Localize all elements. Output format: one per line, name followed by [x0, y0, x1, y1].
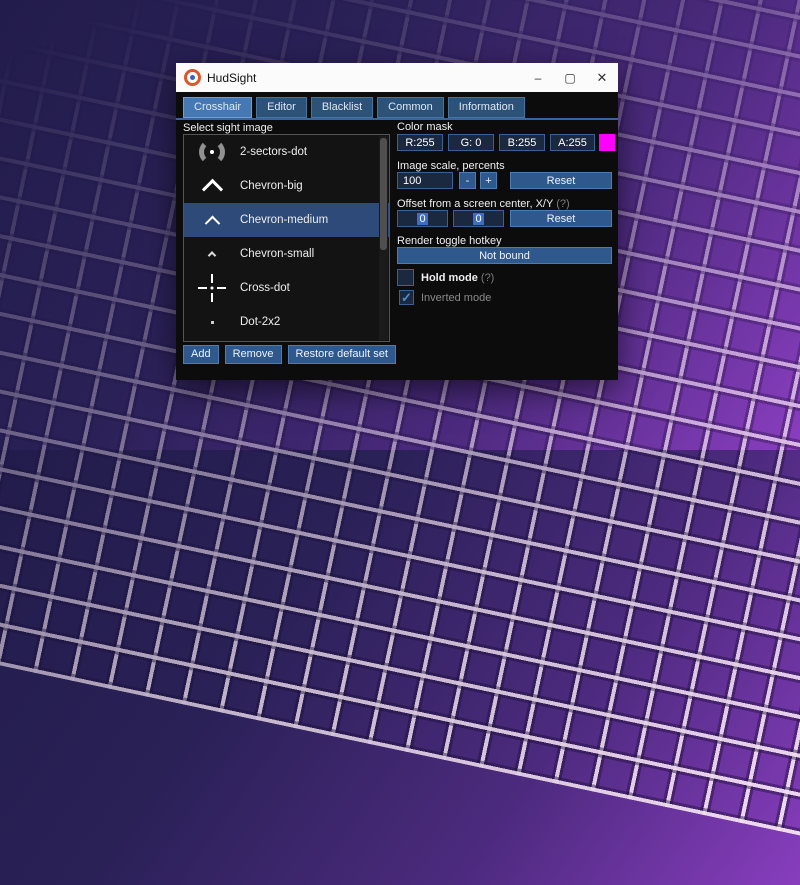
- dot-2x2-icon: [210, 320, 214, 324]
- image-scale-label: Image scale, percents: [397, 160, 505, 172]
- cross-dot-icon: [198, 274, 226, 302]
- sight-list[interactable]: 2-sectors-dot Chevron-big Chevron-medium Ch…: [183, 134, 390, 342]
- color-mask-g-field[interactable]: G: 0: [448, 134, 494, 151]
- close-button[interactable]: ✕: [586, 63, 618, 92]
- sight-icon-cell: [184, 251, 240, 260]
- sight-icon-cell: [184, 139, 240, 165]
- remove-button[interactable]: Remove: [224, 345, 282, 364]
- image-scale-input[interactable]: 100: [397, 172, 453, 189]
- inverted-mode-checkbox[interactable]: ✓: [399, 290, 414, 305]
- list-buttons: Add Remove Restore default set: [183, 345, 396, 364]
- minimize-button[interactable]: –: [522, 63, 554, 92]
- tab-common[interactable]: Common: [377, 97, 444, 118]
- window-title: HudSight: [207, 70, 257, 85]
- tab-information[interactable]: Information: [447, 97, 525, 118]
- window-content: Crosshair Editor Blacklist Common Informatio…: [176, 92, 618, 380]
- hold-mode-label: Hold mode (?): [421, 272, 495, 284]
- scale-plus-button[interactable]: +: [480, 172, 497, 189]
- sight-list-label: Select sight image: [183, 122, 273, 134]
- offset-help-icon[interactable]: (?): [556, 198, 569, 210]
- scale-minus-button[interactable]: -: [459, 172, 476, 189]
- tab-underline: [176, 118, 618, 120]
- offset-y-input[interactable]: 0: [453, 210, 504, 227]
- sight-icon-cell: [184, 178, 240, 200]
- list-scrollbar[interactable]: [379, 136, 388, 340]
- chevron-big-icon: [201, 178, 223, 200]
- hold-mode-checkbox[interactable]: [397, 269, 414, 286]
- list-scrollbar-thumb[interactable]: [380, 138, 387, 250]
- sight-icon-cell: [184, 320, 240, 324]
- sight-item-label: Chevron-small: [240, 248, 315, 260]
- sight-item-label: 2-sectors-dot: [240, 146, 308, 158]
- color-mask-r-field[interactable]: R:255: [397, 134, 443, 151]
- offset-x-input[interactable]: 0: [397, 210, 448, 227]
- maximize-button[interactable]: ▢: [554, 63, 586, 92]
- titlebar[interactable]: HudSight – ▢ ✕: [176, 63, 618, 92]
- chevron-medium-icon: [204, 215, 220, 231]
- sight-item-label: Chevron-medium: [240, 214, 329, 226]
- checkmark-icon: ✓: [401, 290, 412, 305]
- tab-editor[interactable]: Editor: [256, 97, 307, 118]
- offset-label-text: Offset from a screen center, X/Y: [397, 198, 554, 210]
- sight-icon-cell: [184, 274, 240, 302]
- inverted-mode-label: Inverted mode: [421, 292, 492, 304]
- sight-icon-cell: [184, 215, 240, 231]
- sectors-dot-icon: [199, 139, 225, 165]
- tab-blacklist[interactable]: Blacklist: [310, 97, 374, 118]
- app-crosshair-icon: [184, 69, 201, 86]
- color-mask-label: Color mask: [397, 121, 453, 133]
- sight-item-label: Dot-2x2: [240, 316, 281, 328]
- offset-label: Offset from a screen center, X/Y (?): [397, 198, 570, 210]
- sight-item-label: Cross-dot: [240, 282, 290, 294]
- add-button[interactable]: Add: [183, 345, 219, 364]
- window-controls: – ▢ ✕: [522, 63, 618, 92]
- chevron-small-icon: [207, 251, 217, 260]
- offset-reset-button[interactable]: Reset: [510, 210, 612, 227]
- sight-item-label: Chevron-big: [240, 180, 303, 192]
- hotkey-bind-button[interactable]: Not bound: [397, 247, 612, 264]
- sight-list-item[interactable]: Chevron-medium: [184, 203, 389, 237]
- hudsight-window: HudSight – ▢ ✕ Crosshair Editor Blacklist C…: [176, 63, 618, 380]
- sight-list-item[interactable]: Cross-dot: [184, 271, 389, 305]
- tab-bar: Crosshair Editor Blacklist Common Informatio…: [183, 97, 525, 118]
- sight-list-item[interactable]: Chevron-big: [184, 169, 389, 203]
- hold-mode-help-icon[interactable]: (?): [481, 272, 494, 284]
- hotkey-label: Render toggle hotkey: [397, 235, 502, 247]
- tab-crosshair[interactable]: Crosshair: [183, 97, 253, 118]
- sight-list-item[interactable]: Chevron-small: [184, 237, 389, 271]
- scale-reset-button[interactable]: Reset: [510, 172, 612, 189]
- sight-list-item[interactable]: 2-sectors-dot: [184, 135, 389, 169]
- sight-list-item[interactable]: Dot-2x2: [184, 305, 389, 339]
- color-mask-swatch[interactable]: [599, 134, 615, 151]
- color-mask-b-field[interactable]: B:255: [499, 134, 545, 151]
- color-mask-a-field[interactable]: A:255: [550, 134, 595, 151]
- restore-default-set-button[interactable]: Restore default set: [287, 345, 396, 364]
